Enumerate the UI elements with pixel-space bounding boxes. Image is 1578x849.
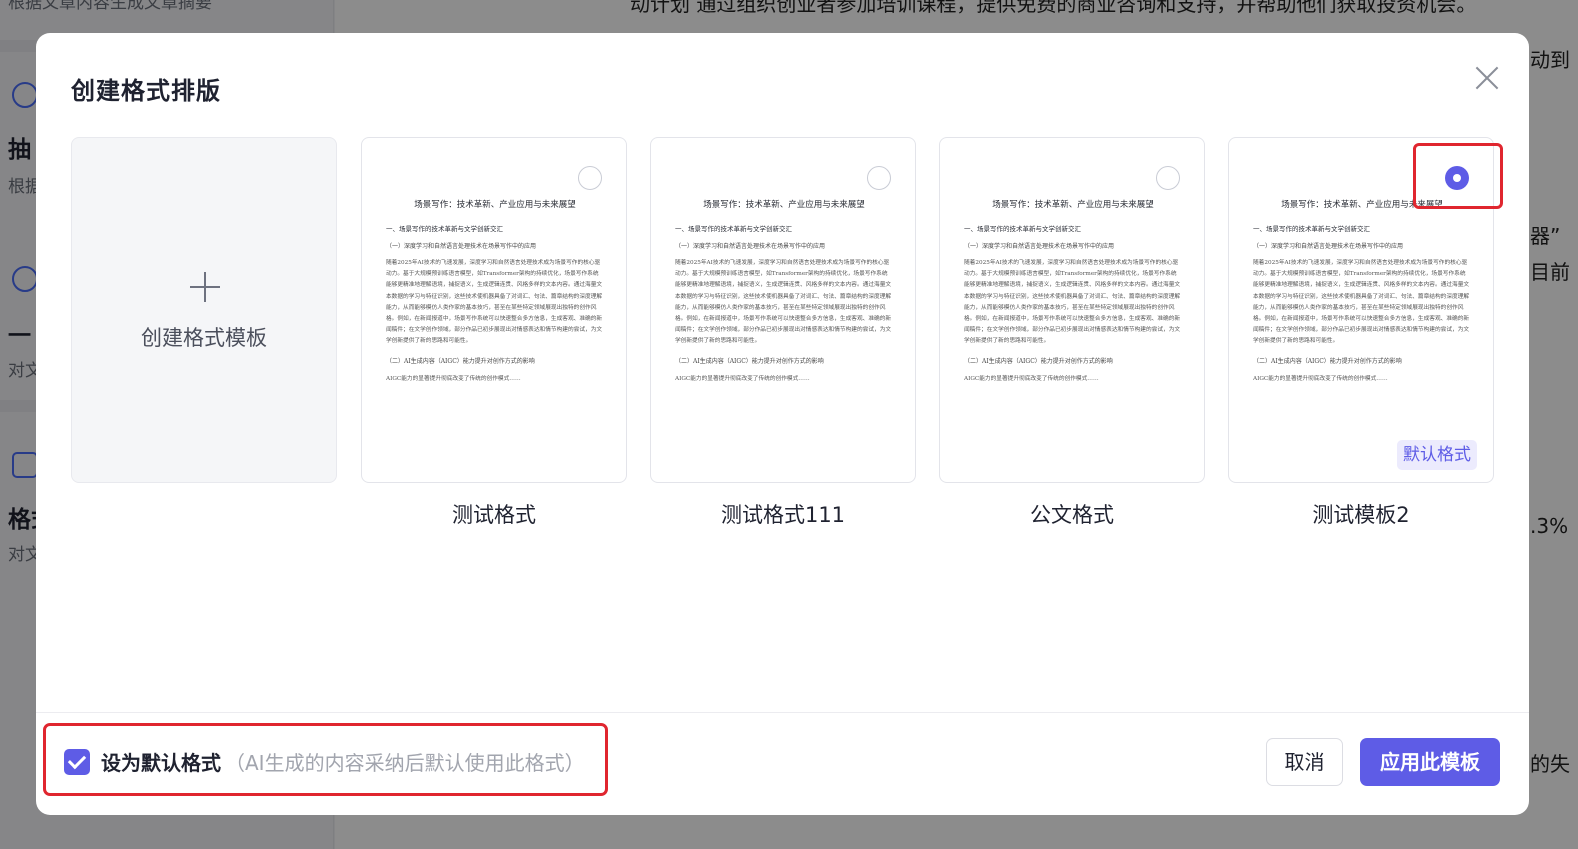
preview-subheading: （二）AI生成内容（AIGC）能力提升对创作方式的影响: [386, 357, 535, 365]
template-item: 场景写作：技术革新、产业应用与未来展望 一、场景写作的技术革新与文学创新交汇 （…: [1228, 137, 1494, 529]
modal-title: 创建格式排版: [71, 77, 221, 105]
preview-heading: 一、场景写作的技术革新与文学创新交汇: [386, 225, 503, 233]
preview-paragraph: 随着2025年AI技术的飞速发展，深度学习和自然语言处理技术成为场景写作的核心驱…: [386, 260, 603, 345]
template-name: 测试格式: [452, 503, 536, 527]
preview-subheading: （二）AI生成内容（AIGC）能力提升对创作方式的影响: [964, 357, 1113, 365]
set-default-label[interactable]: 设为默认格式: [101, 747, 221, 776]
preview-title: 场景写作：技术革新、产业应用与未来展望: [992, 200, 1154, 210]
preview-subheading: （一）深度学习和自然语言处理技术在场景写作中的应用: [1253, 243, 1404, 250]
template-radio[interactable]: [578, 166, 602, 190]
template-radio-selected[interactable]: [1445, 166, 1469, 190]
template-card[interactable]: 场景写作：技术革新、产业应用与未来展望 一、场景写作的技术革新与文学创新交汇 （…: [1228, 137, 1494, 483]
apply-template-button[interactable]: 应用此模板: [1360, 738, 1500, 786]
set-default-checkbox[interactable]: [64, 749, 90, 775]
preview-subheading: （二）AI生成内容（AIGC）能力提升对创作方式的影响: [1253, 357, 1402, 365]
preview-title: 场景写作：技术革新、产业应用与未来展望: [414, 200, 576, 210]
template-name: 公文格式: [1030, 503, 1114, 527]
template-card[interactable]: 场景写作：技术革新、产业应用与未来展望 一、场景写作的技术革新与文学创新交汇 （…: [650, 137, 916, 483]
template-card[interactable]: 场景写作：技术革新、产业应用与未来展望 一、场景写作的技术革新与文学创新交汇 （…: [361, 137, 627, 483]
set-default-hint: （AI生成的内容采纳后默认使用此格式）: [225, 751, 585, 775]
preview-paragraph: AIGC能力的显著提升彻底改变了传统的创作模式……: [964, 375, 1099, 382]
preview-paragraph: 随着2025年AI技术的飞速发展，深度学习和自然语言处理技术成为场景写作的核心驱…: [1253, 260, 1470, 345]
preview-heading: 一、场景写作的技术革新与文学创新交汇: [964, 225, 1081, 233]
template-radio[interactable]: [867, 166, 891, 190]
preview-subheading: （一）深度学习和自然语言处理技术在场景写作中的应用: [675, 243, 826, 250]
create-format-modal: 创建格式排版 创建格式模板 场景写作：技术革新、产业应用与未来展望 一、场景写作…: [36, 33, 1529, 815]
preview-paragraph: AIGC能力的显著提升彻底改变了传统的创作模式……: [1253, 375, 1388, 382]
create-template-card[interactable]: 创建格式模板: [71, 137, 337, 483]
template-card[interactable]: 场景写作：技术革新、产业应用与未来展望 一、场景写作的技术革新与文学创新交汇 （…: [939, 137, 1205, 483]
preview-title: 场景写作：技术革新、产业应用与未来展望: [1281, 200, 1443, 210]
template-preview: 场景写作：技术革新、产业应用与未来展望 一、场景写作的技术革新与文学创新交汇 （…: [675, 198, 893, 382]
preview-paragraph: AIGC能力的显著提升彻底改变了传统的创作模式……: [386, 375, 521, 382]
plus-icon: [190, 272, 220, 302]
template-item: 场景写作：技术革新、产业应用与未来展望 一、场景写作的技术革新与文学创新交汇 （…: [939, 137, 1205, 529]
preview-title: 场景写作：技术革新、产业应用与未来展望: [703, 200, 865, 210]
close-icon[interactable]: [1474, 65, 1500, 91]
template-item: 场景写作：技术革新、产业应用与未来展望 一、场景写作的技术革新与文学创新交汇 （…: [650, 137, 916, 529]
template-preview: 场景写作：技术革新、产业应用与未来展望 一、场景写作的技术革新与文学创新交汇 （…: [964, 198, 1182, 382]
template-preview: 场景写作：技术革新、产业应用与未来展望 一、场景写作的技术革新与文学创新交汇 （…: [386, 198, 604, 382]
preview-subheading: （二）AI生成内容（AIGC）能力提升对创作方式的影响: [675, 357, 824, 365]
cancel-button[interactable]: 取消: [1266, 738, 1343, 786]
default-format-badge: 默认格式: [1397, 440, 1477, 470]
preview-subheading: （一）深度学习和自然语言处理技术在场景写作中的应用: [964, 243, 1115, 250]
preview-subheading: （一）深度学习和自然语言处理技术在场景写作中的应用: [386, 243, 537, 250]
preview-paragraph: 随着2025年AI技术的飞速发展，深度学习和自然语言处理技术成为场景写作的核心驱…: [964, 260, 1181, 345]
template-preview: 场景写作：技术革新、产业应用与未来展望 一、场景写作的技术革新与文学创新交汇 （…: [1253, 198, 1471, 382]
preview-paragraph: 随着2025年AI技术的飞速发展，深度学习和自然语言处理技术成为场景写作的核心驱…: [675, 260, 892, 345]
template-name: 测试格式111: [720, 503, 846, 527]
preview-paragraph: AIGC能力的显著提升彻底改变了传统的创作模式……: [675, 375, 810, 382]
template-item: 场景写作：技术革新、产业应用与未来展望 一、场景写作的技术革新与文学创新交汇 （…: [361, 137, 627, 529]
template-radio[interactable]: [1156, 166, 1180, 190]
template-name: 测试模板2: [1312, 503, 1410, 527]
preview-heading: 一、场景写作的技术革新与文学创新交汇: [1253, 225, 1370, 233]
create-template-label: 创建格式模板: [141, 326, 267, 350]
preview-heading: 一、场景写作的技术革新与文学创新交汇: [675, 225, 792, 233]
